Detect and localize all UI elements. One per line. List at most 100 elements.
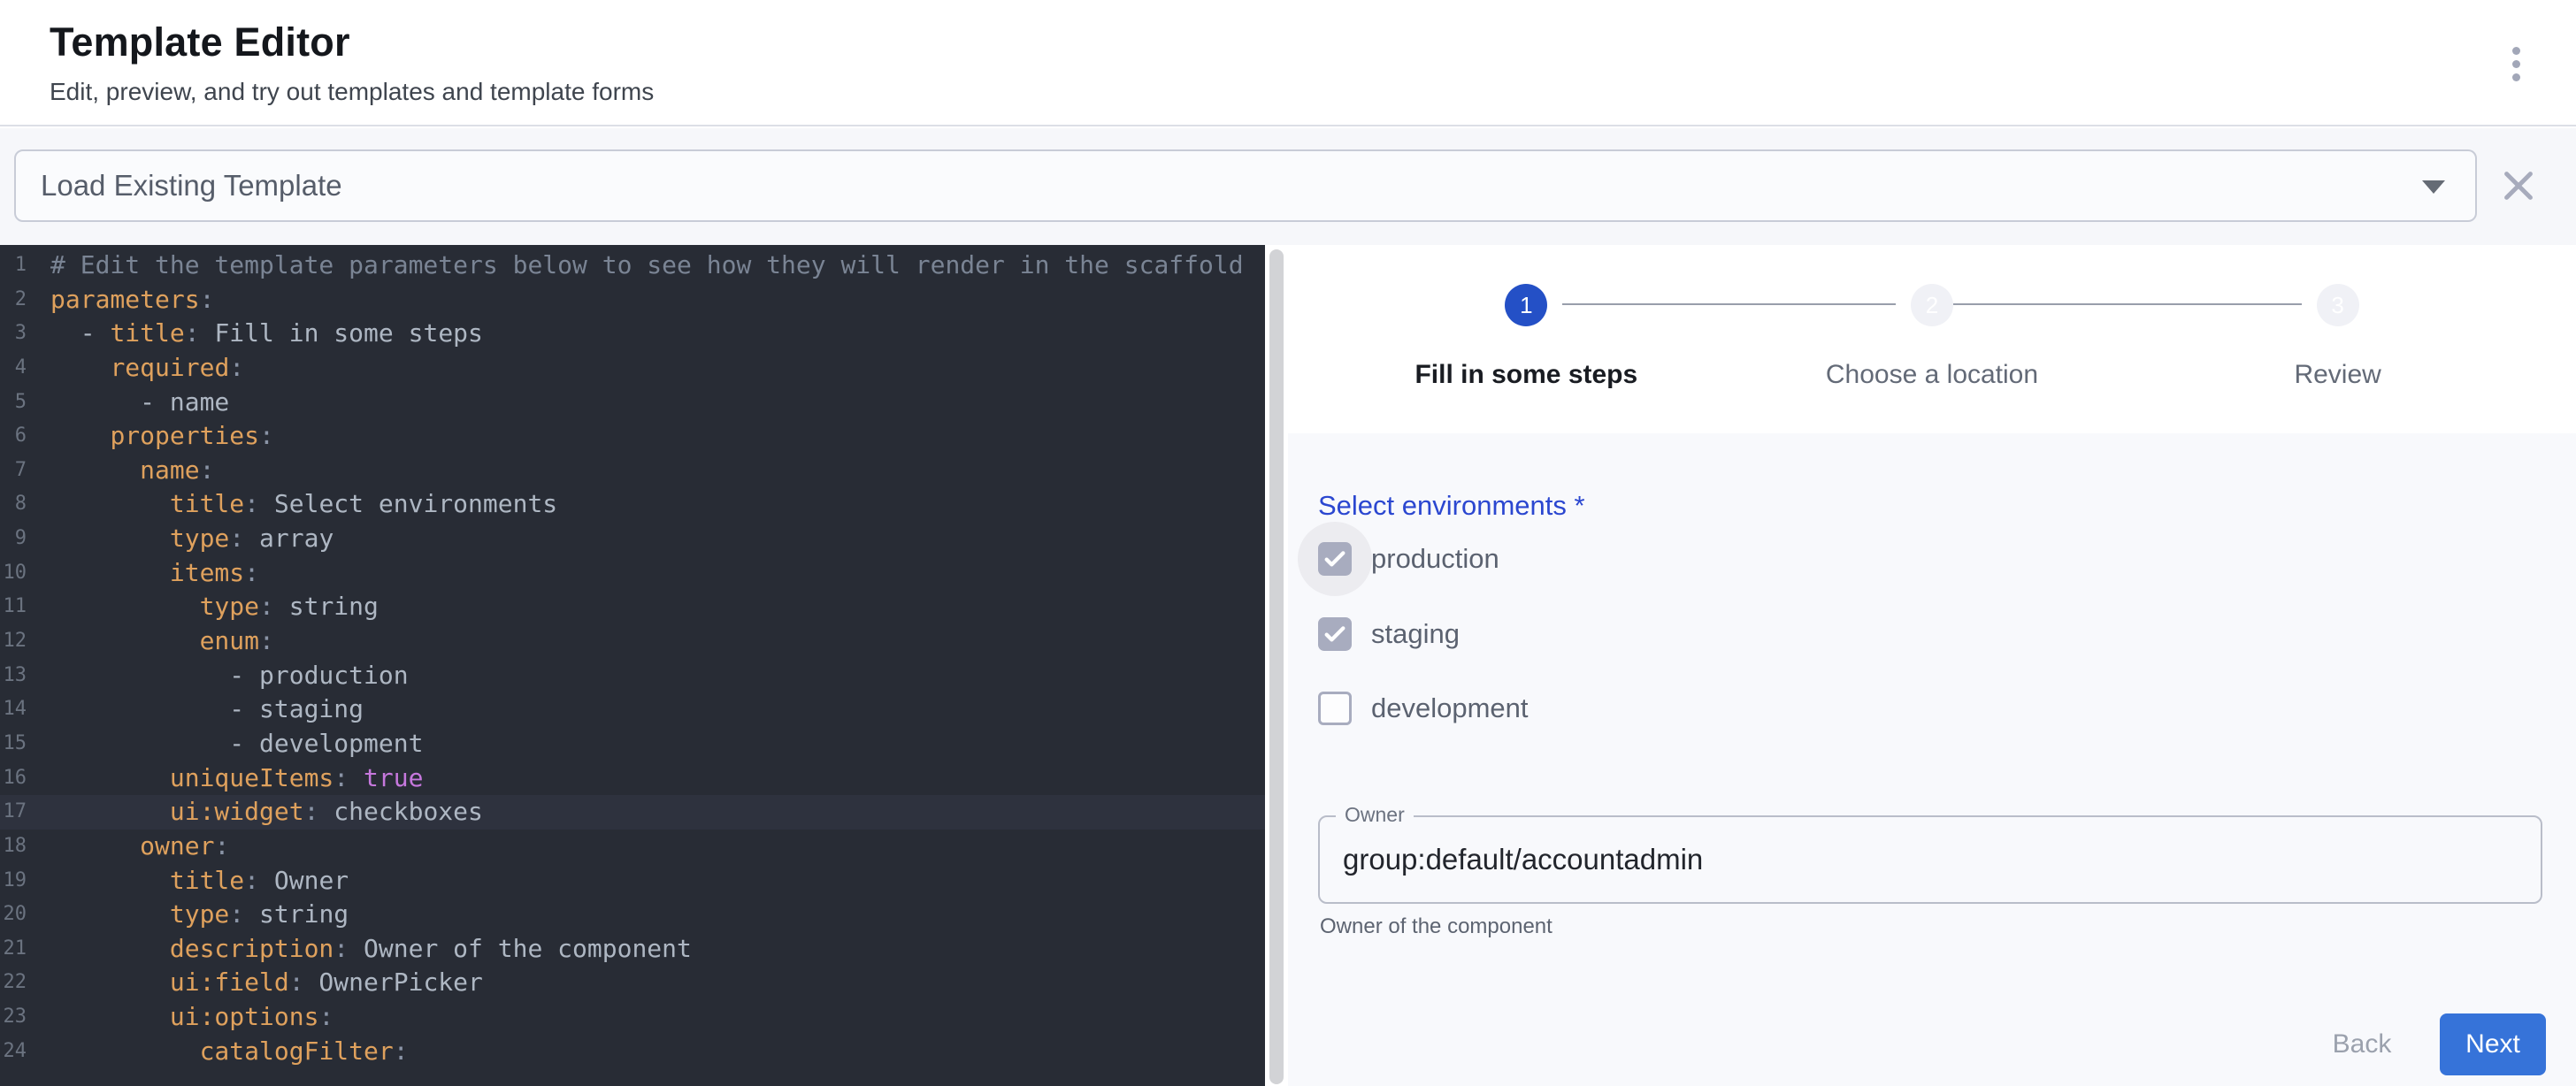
step-label: Choose a location — [1826, 360, 2038, 390]
page-subtitle: Edit, preview, and try out templates and… — [50, 78, 654, 106]
line-content: title: Owner — [27, 864, 349, 899]
line-content: ui:widget: checkboxes — [27, 795, 483, 830]
line-content: uniqueItems: true — [27, 761, 423, 796]
line-content: - name — [27, 386, 229, 420]
checkbox-unchecked-icon[interactable] — [1318, 692, 1352, 725]
load-existing-template-select[interactable]: Load Existing Template — [14, 149, 2477, 222]
code-line[interactable]: 14 - staging — [0, 692, 1265, 727]
line-content: type: string — [27, 590, 379, 624]
line-content: required: — [27, 351, 244, 386]
editor-scrollbar-thumb[interactable] — [1269, 249, 1284, 1084]
code-line[interactable]: 21 description: Owner of the component — [0, 932, 1265, 967]
line-number: 21 — [0, 932, 27, 967]
line-number: 6 — [0, 419, 27, 454]
line-number: 22 — [0, 966, 27, 1000]
code-line[interactable]: 1# Edit the template parameters below to… — [0, 249, 1265, 283]
line-number: 2 — [0, 283, 27, 317]
line-content: ui:field: OwnerPicker — [27, 966, 483, 1000]
back-button[interactable]: Back — [2305, 1013, 2419, 1075]
step-number-badge: 2 — [1911, 284, 1953, 326]
code-line[interactable]: 7 name: — [0, 454, 1265, 488]
line-number: 13 — [0, 659, 27, 693]
line-number: 3 — [0, 317, 27, 351]
code-line[interactable]: 23 ui:options: — [0, 1000, 1265, 1035]
checkbox-label: development — [1371, 692, 1529, 724]
page-title: Template Editor — [50, 19, 350, 65]
code-line[interactable]: 3 - title: Fill in some steps — [0, 317, 1265, 351]
code-line[interactable]: 17 ui:widget: checkboxes — [0, 795, 1265, 830]
select-environments-label: Select environments * — [1318, 490, 1585, 522]
environment-option-development[interactable]: development — [1318, 687, 1529, 730]
code-line[interactable]: 18 owner: — [0, 830, 1265, 864]
line-number: 12 — [0, 624, 27, 659]
code-line[interactable]: 19 title: Owner — [0, 864, 1265, 899]
checkbox-checked-icon[interactable] — [1318, 542, 1352, 576]
line-number: 23 — [0, 1000, 27, 1035]
checkbox-label: production — [1371, 543, 1499, 575]
line-number: 5 — [0, 386, 27, 420]
line-content: - development — [27, 727, 423, 761]
step-label: Review — [2294, 360, 2380, 390]
next-button[interactable]: Next — [2440, 1013, 2546, 1075]
step-form: Select environments * production staging d… — [1288, 433, 2576, 1086]
owner-input[interactable] — [1343, 817, 2519, 902]
code-editor[interactable]: 1# Edit the template parameters below to… — [0, 245, 1265, 1086]
stepper-step: 2 Choose a location — [1729, 245, 2135, 433]
line-number: 16 — [0, 761, 27, 796]
page-header: Template Editor Edit, preview, and try o… — [0, 0, 2576, 126]
line-content: - title: Fill in some steps — [27, 317, 483, 351]
code-line[interactable]: 5 - name — [0, 386, 1265, 420]
line-number: 18 — [0, 830, 27, 864]
line-number: 1 — [0, 249, 27, 283]
code-lines: 1# Edit the template parameters below to… — [0, 249, 1265, 1068]
code-line[interactable]: 13 - production — [0, 659, 1265, 693]
load-template-bar: Load Existing Template — [0, 128, 2576, 245]
code-line[interactable]: 9 type: array — [0, 522, 1265, 556]
line-number: 17 — [0, 795, 27, 830]
code-line[interactable]: 4 required: — [0, 351, 1265, 386]
code-line[interactable]: 16 uniqueItems: true — [0, 761, 1265, 796]
template-editor-page: Template Editor Edit, preview, and try o… — [0, 0, 2576, 1086]
kebab-menu-icon — [2512, 47, 2520, 55]
line-number: 9 — [0, 522, 27, 556]
template-preview-panel: 1 Fill in some steps 2 Choose a location 3 Re… — [1288, 245, 2576, 1086]
line-number: 10 — [0, 556, 27, 591]
code-line[interactable]: 22 ui:field: OwnerPicker — [0, 966, 1265, 1000]
stepper: 1 Fill in some steps 2 Choose a location 3 Re… — [1288, 245, 2576, 433]
step-number-badge: 1 — [1505, 284, 1547, 326]
environment-option-staging[interactable]: staging — [1318, 613, 1460, 655]
code-line[interactable]: 10 items: — [0, 556, 1265, 591]
step-label: Fill in some steps — [1414, 360, 1637, 390]
step-number-badge: 3 — [2317, 284, 2359, 326]
line-content: type: array — [27, 522, 334, 556]
environment-option-production[interactable]: production — [1318, 538, 1499, 580]
code-line[interactable]: 20 type: string — [0, 898, 1265, 932]
line-content: type: string — [27, 898, 349, 932]
editor-scrollbar[interactable] — [1265, 245, 1288, 1086]
checkbox-checked-icon[interactable] — [1318, 617, 1352, 651]
code-line[interactable]: 12 enum: — [0, 624, 1265, 659]
code-line[interactable]: 8 title: Select environments — [0, 487, 1265, 522]
line-number: 8 — [0, 487, 27, 522]
caret-down-icon — [2422, 180, 2445, 194]
code-line[interactable]: 11 type: string — [0, 590, 1265, 624]
kebab-menu-button[interactable] — [2491, 35, 2541, 92]
code-line[interactable]: 2parameters: — [0, 283, 1265, 317]
code-line[interactable]: 15 - development — [0, 727, 1265, 761]
line-content: catalogFilter: — [27, 1035, 409, 1069]
line-content: items: — [27, 556, 259, 591]
line-number: 4 — [0, 351, 27, 386]
code-line[interactable]: 24 catalogFilter: — [0, 1035, 1265, 1069]
line-number: 19 — [0, 864, 27, 899]
code-line[interactable]: 6 properties: — [0, 419, 1265, 454]
line-number: 14 — [0, 692, 27, 727]
line-content: ui:options: — [27, 1000, 334, 1035]
line-number: 11 — [0, 590, 27, 624]
clear-template-button[interactable] — [2491, 158, 2546, 213]
line-content: - staging — [27, 692, 364, 727]
line-content: parameters: — [27, 283, 214, 317]
line-number: 20 — [0, 898, 27, 932]
owner-field: Owner — [1318, 815, 2542, 904]
line-number: 24 — [0, 1035, 27, 1069]
stepper-step: 3 Review — [2135, 245, 2541, 433]
